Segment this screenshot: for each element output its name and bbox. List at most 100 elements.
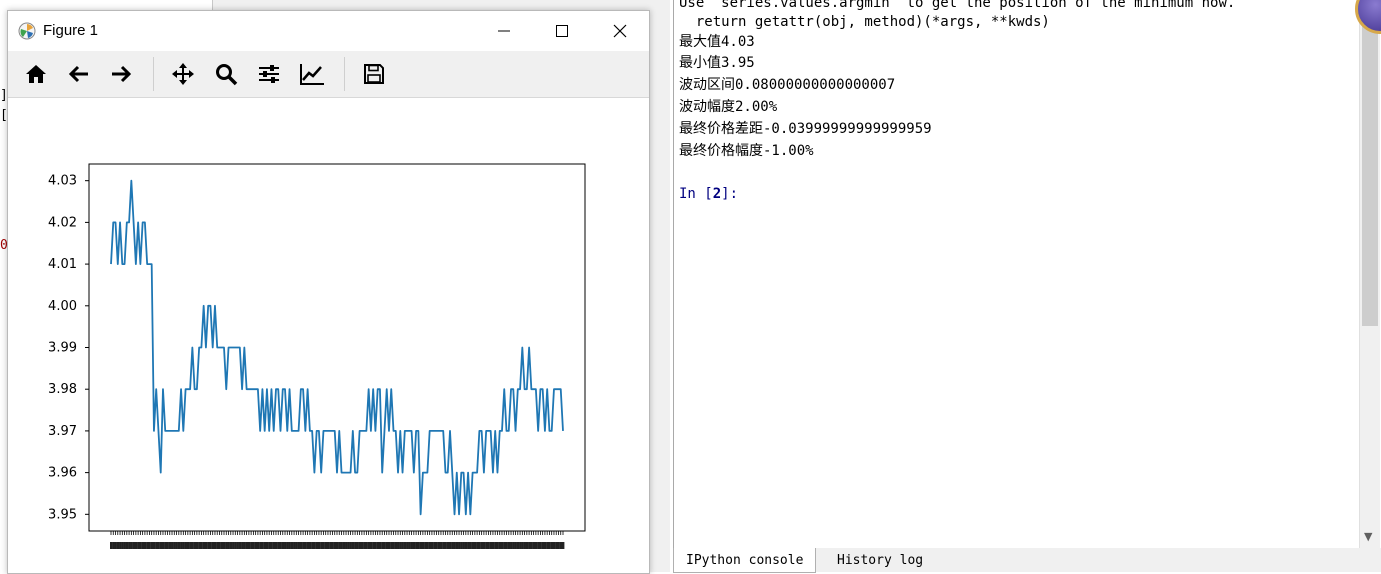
x-tick-label	[360, 542, 364, 549]
plot-canvas[interactable]: 3.95 3.96 3.97 3.98 3.99 4.00 4.01 4.02 4.03	[8, 98, 649, 573]
x-tick-label	[548, 542, 551, 549]
x-tick-label	[164, 542, 167, 549]
x-tick-label	[299, 542, 303, 549]
x-tick-label	[265, 542, 269, 549]
x-tick-label	[401, 542, 404, 549]
x-tick-label	[376, 542, 380, 549]
y-tick-label: 4.00	[48, 299, 77, 314]
x-tick-label	[288, 542, 291, 549]
x-tick-label	[537, 542, 540, 549]
prompt-suffix: ]:	[721, 186, 739, 202]
x-tick-label	[399, 542, 402, 549]
back-button[interactable]	[64, 59, 94, 89]
x-tick-label	[180, 542, 183, 549]
y-tick-label: 3.96	[48, 466, 77, 481]
x-tick-label	[150, 542, 154, 549]
x-tick-label	[152, 542, 156, 549]
x-tick-label	[562, 542, 565, 549]
x-tick-label	[419, 542, 423, 549]
x-tick-label	[281, 542, 285, 549]
x-tick-label	[354, 542, 357, 549]
x-tick-label	[439, 542, 443, 549]
x-tick-label	[451, 542, 454, 549]
ipython-console[interactable]: Use `series.values.argmin` to get the po…	[673, 0, 1360, 549]
x-tick-label	[487, 542, 490, 549]
close-button[interactable]	[591, 11, 649, 51]
title-bar[interactable]: Figure 1	[8, 11, 649, 51]
back-arrow-icon	[68, 65, 88, 83]
x-tick-label	[485, 542, 488, 549]
maximize-button[interactable]	[533, 11, 591, 51]
x-tick-label	[356, 542, 359, 549]
home-icon	[26, 65, 46, 83]
x-tick-label	[390, 542, 393, 549]
x-tick-label	[139, 542, 142, 549]
console-output-line: 最小值3.95	[679, 55, 755, 71]
x-tick-label	[204, 542, 208, 549]
x-tick-label	[112, 542, 115, 549]
x-tick-label	[184, 542, 187, 549]
x-tick-label	[331, 542, 334, 549]
x-tick-label	[148, 542, 151, 549]
x-tick-label	[295, 542, 298, 549]
x-tick-label	[528, 542, 531, 549]
x-tick-label	[519, 542, 522, 549]
x-tick-label	[234, 542, 237, 549]
x-tick-label	[313, 542, 316, 549]
x-tick-label	[408, 542, 411, 549]
x-tick-label	[476, 542, 479, 549]
zoom-icon	[216, 64, 238, 86]
x-tick-label	[428, 542, 432, 549]
axes-frame	[88, 163, 586, 532]
tab-history-log[interactable]: History log	[825, 548, 935, 572]
x-tick-label	[213, 542, 217, 549]
x-tick-label	[279, 542, 282, 549]
x-tick-label	[435, 542, 438, 549]
zoom-button[interactable]	[211, 59, 241, 89]
tab-ipython-console[interactable]: IPython console	[673, 548, 817, 573]
x-tick-label	[460, 542, 463, 549]
console-output-line: 波动区间0.08000000000000007	[679, 77, 896, 93]
x-tick-label	[143, 542, 147, 549]
window-title: Figure 1	[43, 22, 99, 39]
forward-button[interactable]	[106, 59, 136, 89]
x-tick-label	[430, 542, 434, 549]
x-tick-label	[123, 542, 126, 549]
x-tick-label	[555, 542, 558, 549]
x-tick-label	[161, 542, 165, 549]
x-tick-label	[374, 542, 377, 549]
console-output-line: return getattr(obj, method)(*args, **kwd…	[679, 14, 1050, 30]
toolbar-separator	[153, 57, 154, 91]
scroll-thumb[interactable]	[1362, 0, 1378, 326]
x-tick-label	[437, 542, 441, 549]
input-prompt[interactable]: In [2]:	[679, 183, 738, 205]
pan-button[interactable]	[168, 59, 198, 89]
prompt-prefix: In [	[679, 186, 713, 202]
save-button[interactable]	[359, 59, 389, 89]
minimize-button[interactable]	[475, 11, 533, 51]
x-tick-label	[209, 542, 212, 549]
x-tick-label	[421, 542, 425, 549]
scroll-down-icon[interactable]: ▼	[1364, 530, 1372, 543]
x-tick-label	[297, 542, 300, 549]
x-tick-label	[546, 542, 549, 549]
console-scrollbar[interactable]: ▼	[1359, 0, 1380, 548]
x-tick-label	[220, 542, 224, 549]
x-tick-label	[202, 542, 206, 549]
x-tick-label	[320, 542, 323, 549]
x-tick-label	[530, 542, 533, 549]
configure-subplots-button[interactable]	[254, 59, 284, 89]
x-tick-label	[245, 542, 248, 549]
home-button[interactable]	[21, 59, 51, 89]
x-tick-label	[254, 542, 258, 549]
x-tick-label	[329, 542, 332, 549]
edit-axes-button[interactable]	[297, 59, 327, 89]
x-tick-label	[166, 542, 169, 549]
x-tick-label	[525, 542, 529, 549]
x-tick-label	[489, 542, 493, 549]
x-tick-label	[114, 542, 117, 549]
x-tick-label	[250, 542, 253, 549]
x-tick-label	[387, 542, 391, 549]
x-tick-label	[134, 542, 138, 549]
x-tick-label	[406, 542, 409, 549]
